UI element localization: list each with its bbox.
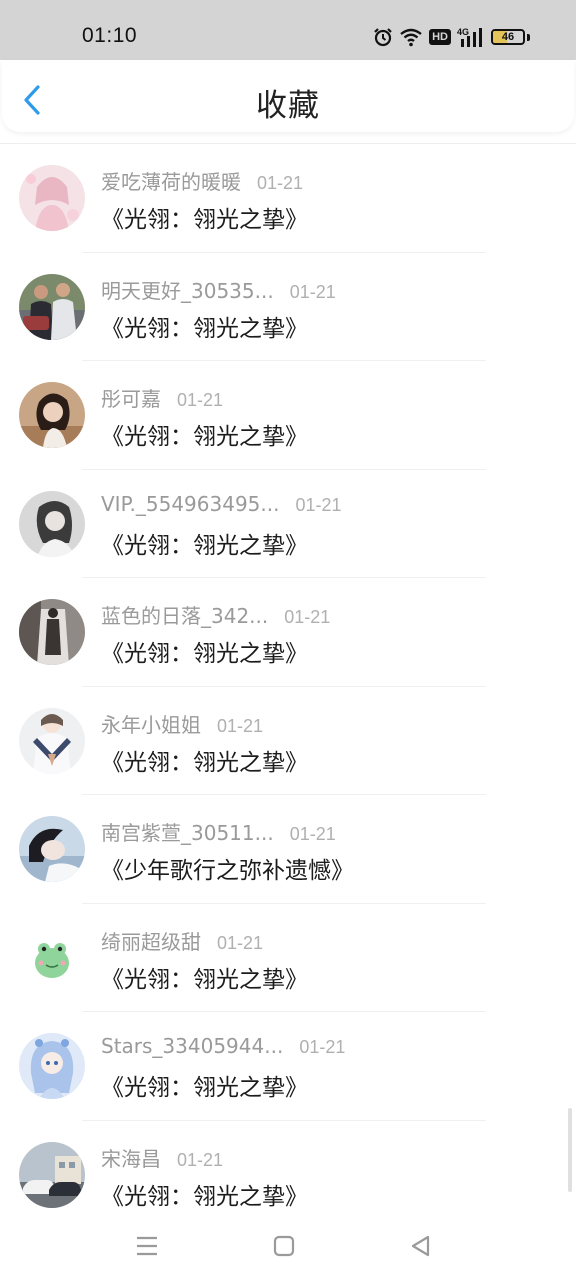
book-title[interactable]: 《光翎：翎光之挚》 bbox=[101, 743, 308, 777]
battery-cap bbox=[527, 33, 530, 41]
menu-icon[interactable] bbox=[133, 1232, 161, 1260]
item-meta: 蓝色的日落_342... 01-21 bbox=[101, 600, 330, 629]
app-header: 收藏 bbox=[2, 60, 574, 132]
status-icons: HD 4G 46 bbox=[373, 25, 530, 49]
avatar[interactable] bbox=[19, 165, 85, 231]
alarm-icon bbox=[374, 28, 392, 47]
home-icon[interactable] bbox=[270, 1232, 298, 1260]
list-item[interactable]: 南宫紫萱_30511... 01-21 《少年歌行之弥补遗憾》 bbox=[0, 795, 576, 904]
username: VIP._554963495... bbox=[101, 491, 280, 516]
scrollbar[interactable] bbox=[568, 1108, 572, 1192]
book-title[interactable]: 《光翎：翎光之挚》 bbox=[101, 1068, 308, 1102]
book-title[interactable]: 《光翎：翎光之挚》 bbox=[101, 1177, 308, 1211]
username: 绮丽超级甜 bbox=[101, 929, 201, 954]
date: 01-21 bbox=[217, 932, 264, 953]
book-title[interactable]: 《光翎：翎光之挚》 bbox=[101, 526, 308, 560]
date: 01-21 bbox=[289, 281, 336, 302]
item-meta: 彤可嘉 01-21 bbox=[101, 383, 223, 412]
avatar[interactable] bbox=[19, 924, 85, 991]
list-item[interactable]: 彤可嘉 01-21 《光翎：翎光之挚》 bbox=[0, 361, 576, 470]
item-meta: 明天更好_30535... 01-21 bbox=[101, 275, 336, 304]
status-bar: 01:10 HD 4G 46 bbox=[0, 0, 576, 60]
list-item[interactable]: VIP._554963495... 01-21 《光翎：翎光之挚》 bbox=[0, 470, 576, 578]
username: Stars_33405944... bbox=[101, 1034, 284, 1058]
list-item[interactable]: 明天更好_30535... 01-21 《光翎：翎光之挚》 bbox=[0, 253, 576, 361]
username: 永年小姐姐 bbox=[101, 712, 201, 737]
avatar[interactable] bbox=[19, 599, 85, 665]
navigation-bar bbox=[0, 1210, 576, 1280]
username: 南宫紫萱_30511... bbox=[101, 821, 274, 845]
item-meta: 爱吃薄荷的暖暖 01-21 bbox=[101, 166, 303, 195]
list-item[interactable]: 蓝色的日落_342... 01-21 《光翎：翎光之挚》 bbox=[0, 578, 576, 687]
page-title: 收藏 bbox=[256, 88, 320, 124]
status-time: 01:10 bbox=[82, 24, 138, 47]
book-title[interactable]: 《光翎：翎光之挚》 bbox=[101, 309, 308, 343]
list-item[interactable]: 永年小姐姐 01-21 《光翎：翎光之挚》 bbox=[0, 687, 576, 795]
item-meta: 宋海昌 01-21 bbox=[101, 1143, 223, 1172]
date: 01-21 bbox=[217, 715, 264, 736]
item-meta: VIP._554963495... 01-21 bbox=[101, 492, 342, 516]
book-title[interactable]: 《光翎：翎光之挚》 bbox=[101, 960, 308, 994]
avatar[interactable] bbox=[19, 816, 85, 882]
list-item[interactable]: 爱吃薄荷的暖暖 01-21 《光翎：翎光之挚》 bbox=[0, 144, 576, 253]
item-meta: 南宫紫萱_30511... 01-21 bbox=[101, 817, 336, 846]
battery-level: 46 bbox=[501, 31, 515, 43]
date: 01-21 bbox=[257, 173, 304, 193]
date: 01-21 bbox=[295, 494, 342, 515]
avatar[interactable] bbox=[19, 273, 85, 340]
network-type: 4G bbox=[457, 27, 469, 37]
avatar[interactable] bbox=[19, 1141, 85, 1208]
book-title[interactable]: 《光翎：翎光之挚》 bbox=[101, 417, 308, 451]
username: 宋海昌 bbox=[101, 1146, 161, 1171]
signal-icon: 4G bbox=[457, 27, 482, 47]
username: 蓝色的日落_342... bbox=[101, 604, 269, 628]
avatar[interactable] bbox=[19, 707, 85, 774]
avatar[interactable] bbox=[19, 490, 85, 557]
back-nav-icon[interactable] bbox=[407, 1232, 435, 1260]
item-meta: Stars_33405944... 01-21 bbox=[101, 1034, 345, 1058]
battery-icon: 46 bbox=[491, 29, 525, 45]
book-title[interactable]: 《光翎：翎光之挚》 bbox=[101, 200, 308, 234]
date: 01-21 bbox=[177, 390, 224, 410]
wifi-icon bbox=[400, 28, 422, 47]
date: 01-21 bbox=[177, 1149, 224, 1170]
hd-badge: HD bbox=[429, 29, 451, 45]
username: 爱吃薄荷的暖暖 bbox=[101, 170, 241, 194]
favorites-list[interactable]: 爱吃薄荷的暖暖 01-21 《光翎：翎光之挚》 明天更好_30535... 01-21 《… bbox=[0, 143, 576, 1229]
list-item[interactable]: 绮丽超级甜 01-21 《光翎：翎光之挚》 bbox=[0, 904, 576, 1012]
book-title[interactable]: 《光翎：翎光之挚》 bbox=[101, 634, 308, 668]
item-meta: 永年小姐姐 01-21 bbox=[101, 709, 263, 738]
username: 明天更好_30535... bbox=[101, 278, 274, 303]
book-title[interactable]: 《少年歌行之弥补遗憾》 bbox=[101, 851, 354, 885]
item-meta: 绮丽超级甜 01-21 bbox=[101, 926, 263, 955]
avatar[interactable] bbox=[19, 1033, 85, 1099]
avatar[interactable] bbox=[19, 382, 85, 448]
username: 彤可嘉 bbox=[101, 387, 161, 411]
date: 01-21 bbox=[289, 824, 336, 844]
date: 01-21 bbox=[284, 607, 331, 627]
date: 01-21 bbox=[299, 1037, 346, 1057]
list-item[interactable]: Stars_33405944... 01-21 《光翎：翎光之挚》 bbox=[0, 1012, 576, 1121]
